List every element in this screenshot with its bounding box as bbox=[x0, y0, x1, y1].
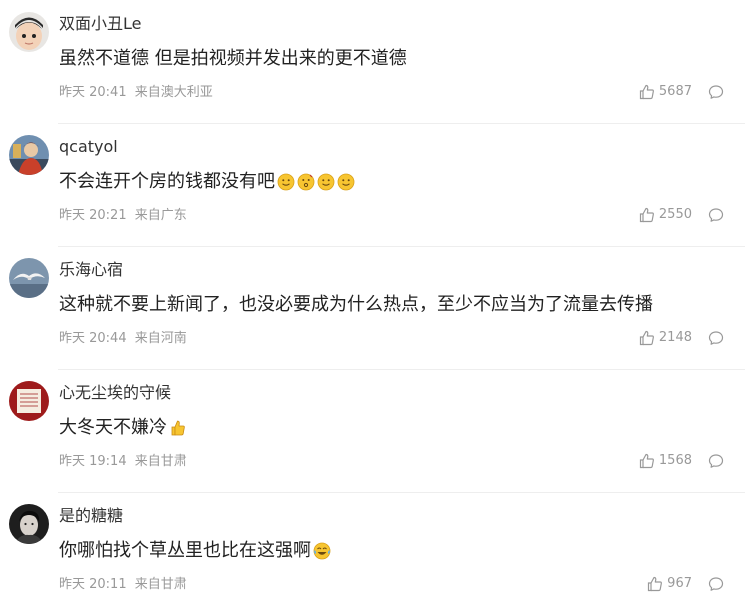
like-count: 2148 bbox=[658, 330, 692, 345]
smile-emoji bbox=[277, 173, 295, 191]
username[interactable]: 心无尘埃的守候 bbox=[59, 383, 171, 403]
comment-bubble-icon bbox=[708, 85, 724, 99]
username[interactable]: 是的糖糖 bbox=[59, 506, 123, 526]
comment-bubble-icon bbox=[708, 454, 724, 468]
avatar[interactable] bbox=[9, 135, 49, 175]
smile-emoji bbox=[337, 173, 355, 191]
avatar[interactable] bbox=[9, 381, 49, 421]
like-button[interactable]: 5687 bbox=[639, 83, 692, 101]
comment-text-body: 不会连开个房的钱都没有吧 bbox=[59, 171, 275, 192]
reply-button[interactable] bbox=[708, 207, 724, 223]
laughing-tears-emoji bbox=[313, 542, 331, 560]
comment-meta: 昨天 20:41 来自澳大利亚 bbox=[59, 84, 213, 102]
like-count: 2550 bbox=[658, 207, 692, 222]
comment-text-body: 这种就不要上新闻了，也没必要成为什么热点，至少不应当为了流量去传播 bbox=[59, 294, 653, 315]
avatar[interactable] bbox=[9, 12, 49, 52]
comment-location: 来自甘肃 bbox=[134, 454, 187, 469]
comment-bubble-icon bbox=[708, 208, 724, 222]
avatar[interactable] bbox=[9, 504, 49, 544]
comment-location: 来自澳大利亚 bbox=[134, 85, 213, 100]
thumbs-up-icon bbox=[648, 576, 663, 592]
thumbs-up-icon bbox=[639, 84, 654, 100]
comment-text: 虽然不道德 但是拍视频并发出来的更不道德 bbox=[59, 47, 407, 71]
thumbs-up-icon bbox=[639, 453, 654, 469]
comment-meta: 昨天 20:44 来自河南 bbox=[59, 330, 187, 348]
like-button[interactable]: 2148 bbox=[639, 329, 692, 347]
like-count: 1568 bbox=[658, 453, 692, 468]
comment-time: 昨天 20:21 bbox=[59, 208, 127, 223]
like-button[interactable]: 2550 bbox=[639, 206, 692, 224]
portrait-avatar-image bbox=[9, 504, 49, 544]
comment-text: 不会连开个房的钱都没有吧 bbox=[59, 170, 355, 194]
reply-button[interactable] bbox=[708, 453, 724, 469]
comment-text: 大冬天不嫌冷 bbox=[59, 416, 187, 440]
reply-button[interactable] bbox=[708, 576, 724, 592]
username[interactable]: 双面小丑Le bbox=[59, 14, 141, 34]
like-button[interactable]: 1568 bbox=[639, 452, 692, 470]
comment-time: 昨天 20:44 bbox=[59, 331, 127, 346]
thumbs-up-icon bbox=[639, 330, 654, 346]
thumbs-up-emoji bbox=[171, 420, 185, 436]
red-seal-avatar-image bbox=[9, 381, 49, 421]
seagull-avatar-image bbox=[9, 258, 49, 298]
comment-item: 心无尘埃的守候 大冬天不嫌冷 昨天 19:14 来自甘肃 1568 bbox=[0, 369, 745, 492]
comment-meta: 昨天 20:11 来自甘肃 bbox=[59, 576, 187, 594]
smile-emoji bbox=[317, 173, 335, 191]
like-count: 967 bbox=[667, 576, 692, 591]
comment-list: 双面小丑Le 虽然不道德 但是拍视频并发出来的更不道德 昨天 20:41 来自澳… bbox=[0, 0, 745, 611]
comment-item: 是的糖糖 你哪怕找个草丛里也比在这强啊 昨天 20:11 来自甘肃 967 bbox=[0, 492, 745, 615]
comment-location: 来自甘肃 bbox=[134, 577, 187, 592]
like-button[interactable]: 967 bbox=[647, 575, 692, 593]
comment-item: qcatyol 不会连开个房的钱都没有吧 昨天 20:21 来自广东 2550 bbox=[0, 123, 745, 246]
reply-button[interactable] bbox=[708, 330, 724, 346]
comment-item: 乐海心宿 这种就不要上新闻了，也没必要成为什么热点，至少不应当为了流量去传播 昨… bbox=[0, 246, 745, 369]
comment-bubble-icon bbox=[708, 577, 724, 591]
comment-text-body: 你哪怕找个草丛里也比在这强啊 bbox=[59, 540, 311, 561]
avatar[interactable] bbox=[9, 258, 49, 298]
child-avatar-image bbox=[9, 12, 49, 52]
thumbs-up-icon bbox=[639, 207, 654, 223]
comment-text: 你哪怕找个草丛里也比在这强啊 bbox=[59, 539, 331, 563]
comment-time: 昨天 19:14 bbox=[59, 454, 127, 469]
username[interactable]: 乐海心宿 bbox=[59, 260, 123, 280]
username[interactable]: qcatyol bbox=[59, 137, 118, 157]
comment-item: 双面小丑Le 虽然不道德 但是拍视频并发出来的更不道德 昨天 20:41 来自澳… bbox=[0, 0, 745, 123]
comment-time: 昨天 20:11 bbox=[59, 577, 127, 592]
reply-button[interactable] bbox=[708, 84, 724, 100]
comment-text-body: 虽然不道德 但是拍视频并发出来的更不道德 bbox=[59, 48, 407, 69]
comment-text-body: 大冬天不嫌冷 bbox=[59, 417, 167, 438]
comment-time: 昨天 20:41 bbox=[59, 85, 127, 100]
thinking-emoji bbox=[297, 173, 315, 191]
like-count: 5687 bbox=[658, 84, 692, 99]
comment-meta: 昨天 20:21 来自广东 bbox=[59, 207, 187, 225]
figure-avatar-image bbox=[9, 135, 49, 175]
comment-meta: 昨天 19:14 来自甘肃 bbox=[59, 453, 187, 471]
comment-location: 来自河南 bbox=[134, 331, 187, 346]
comment-text: 这种就不要上新闻了，也没必要成为什么热点，至少不应当为了流量去传播 bbox=[59, 293, 653, 317]
comment-bubble-icon bbox=[708, 331, 724, 345]
comment-location: 来自广东 bbox=[134, 208, 187, 223]
